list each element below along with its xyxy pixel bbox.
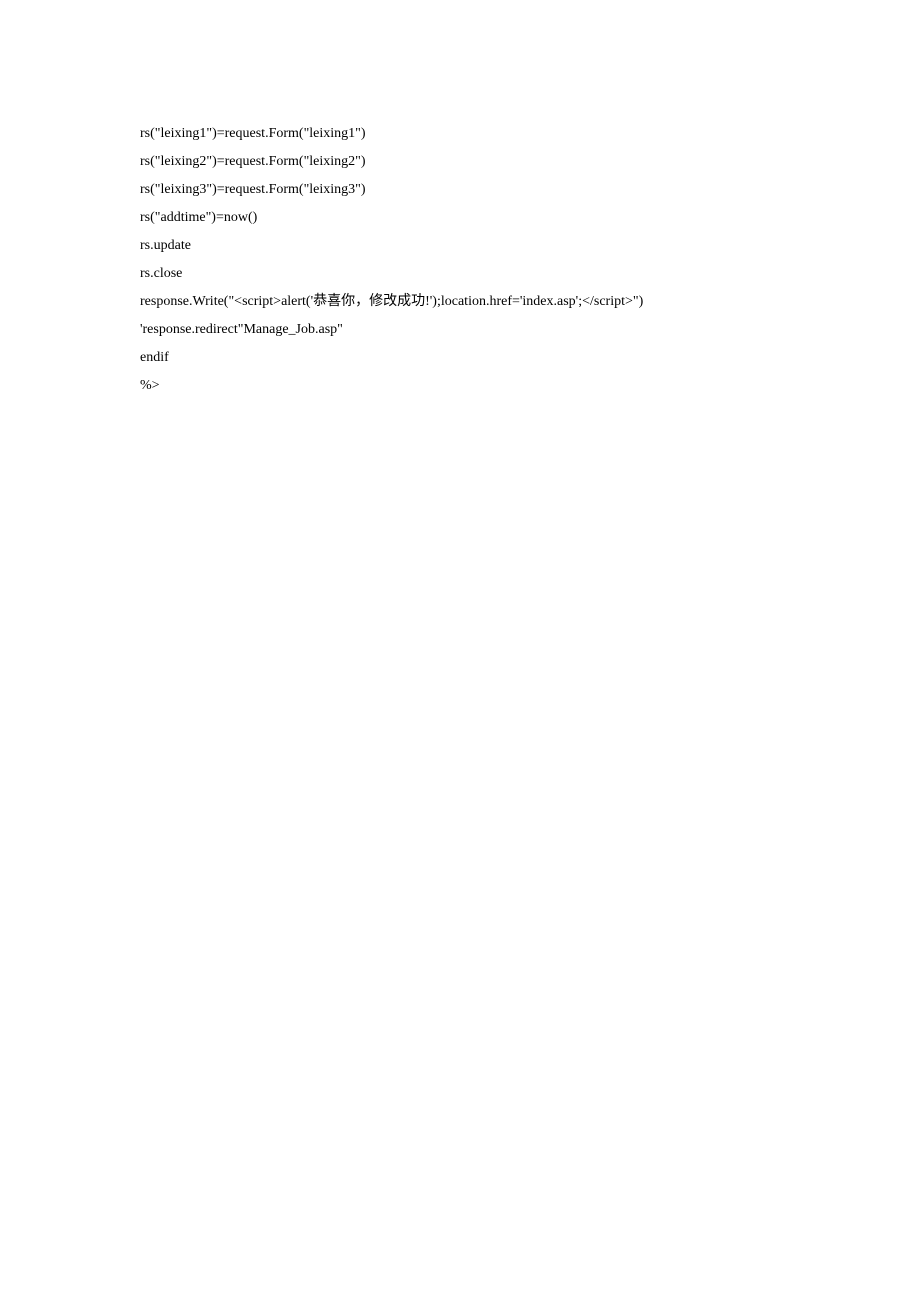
code-line: rs("leixing2")=request.Form("leixing2") [140,148,780,176]
code-line: rs.close [140,260,780,288]
code-line: rs("leixing3")=request.Form("leixing3") [140,176,780,204]
document-page: rs("leixing1")=request.Form("leixing1") … [0,0,920,400]
code-line: rs("leixing1")=request.Form("leixing1") [140,120,780,148]
code-line: %> [140,372,780,400]
code-line: rs("addtime")=now() [140,204,780,232]
code-line: endif [140,344,780,372]
code-line: 'response.redirect"Manage_Job.asp" [140,316,780,344]
code-line: response.Write("<script>alert('恭喜你，修改成功!… [140,288,780,316]
code-line: rs.update [140,232,780,260]
